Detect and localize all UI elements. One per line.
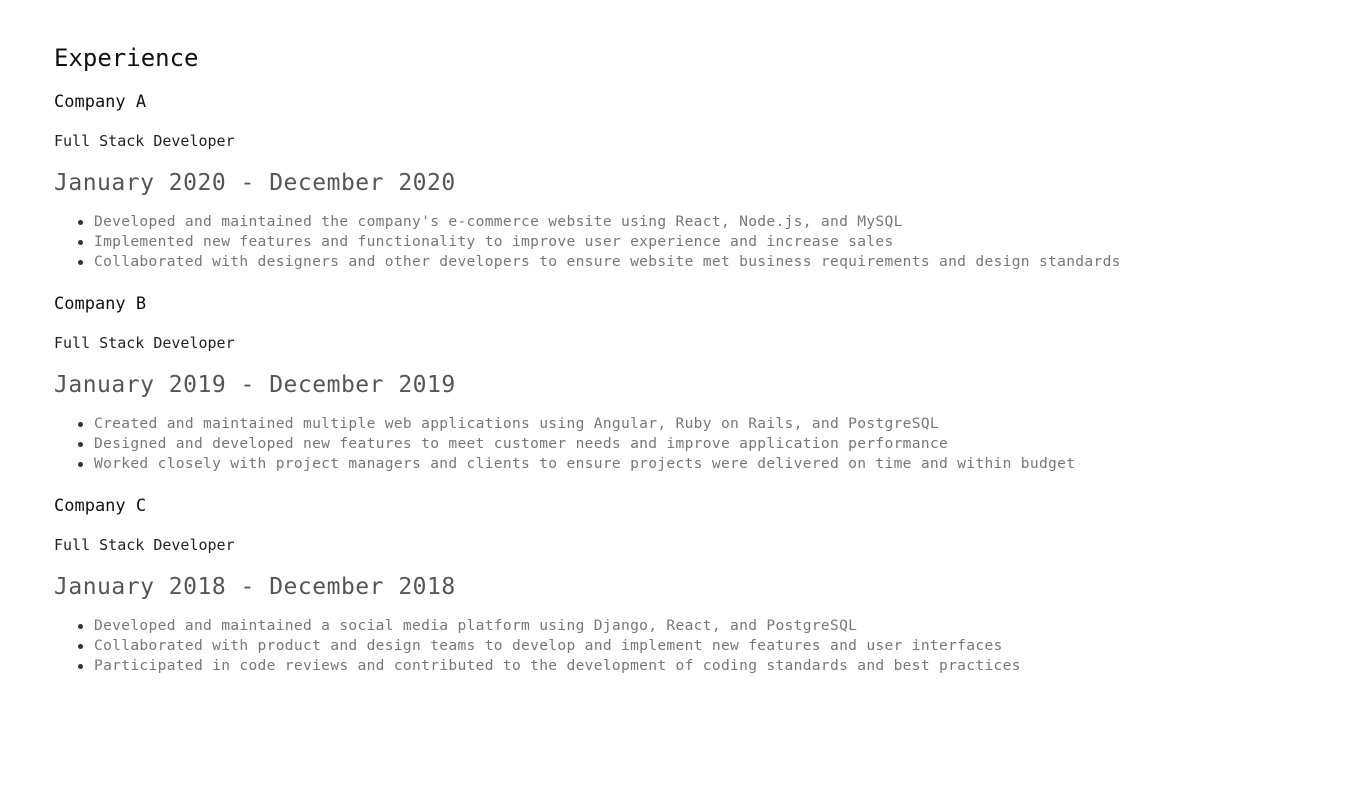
company-name: Company B: [54, 294, 147, 314]
job-dates: January 2019 - December 2019: [54, 372, 456, 398]
list-item: Participated in code reviews and contrib…: [78, 656, 1314, 676]
list-item: Implemented new features and functionali…: [78, 232, 1314, 252]
job-role: Full Stack Developer: [54, 536, 235, 554]
job-dates: January 2018 - December 2018: [54, 574, 456, 600]
company-name: Company A: [54, 92, 147, 112]
job-bullets: Developed and maintained the company's e…: [54, 212, 1314, 272]
company-name: Company C: [54, 496, 147, 516]
job-role: Full Stack Developer: [54, 132, 235, 150]
list-item: Designed and developed new features to m…: [78, 434, 1314, 454]
experience-section: Experience Company A Full Stack Develope…: [54, 40, 1314, 676]
list-item: Worked closely with project managers and…: [78, 454, 1314, 474]
list-item: Collaborated with designers and other de…: [78, 252, 1314, 272]
job-dates: January 2020 - December 2020: [54, 170, 456, 196]
list-item: Developed and maintained a social media …: [78, 616, 1314, 636]
list-item: Created and maintained multiple web appl…: [78, 414, 1314, 434]
list-item: Collaborated with product and design tea…: [78, 636, 1314, 656]
job-entry-company-b: Company B Full Stack Developer January 2…: [54, 292, 1314, 474]
job-bullets: Created and maintained multiple web appl…: [54, 414, 1314, 474]
job-entry-company-c: Company C Full Stack Developer January 2…: [54, 494, 1314, 676]
job-bullets: Developed and maintained a social media …: [54, 616, 1314, 676]
job-role: Full Stack Developer: [54, 334, 235, 352]
section-title: Experience: [54, 44, 199, 72]
job-entry-company-a: Company A Full Stack Developer January 2…: [54, 90, 1314, 272]
list-item: Developed and maintained the company's e…: [78, 212, 1314, 232]
